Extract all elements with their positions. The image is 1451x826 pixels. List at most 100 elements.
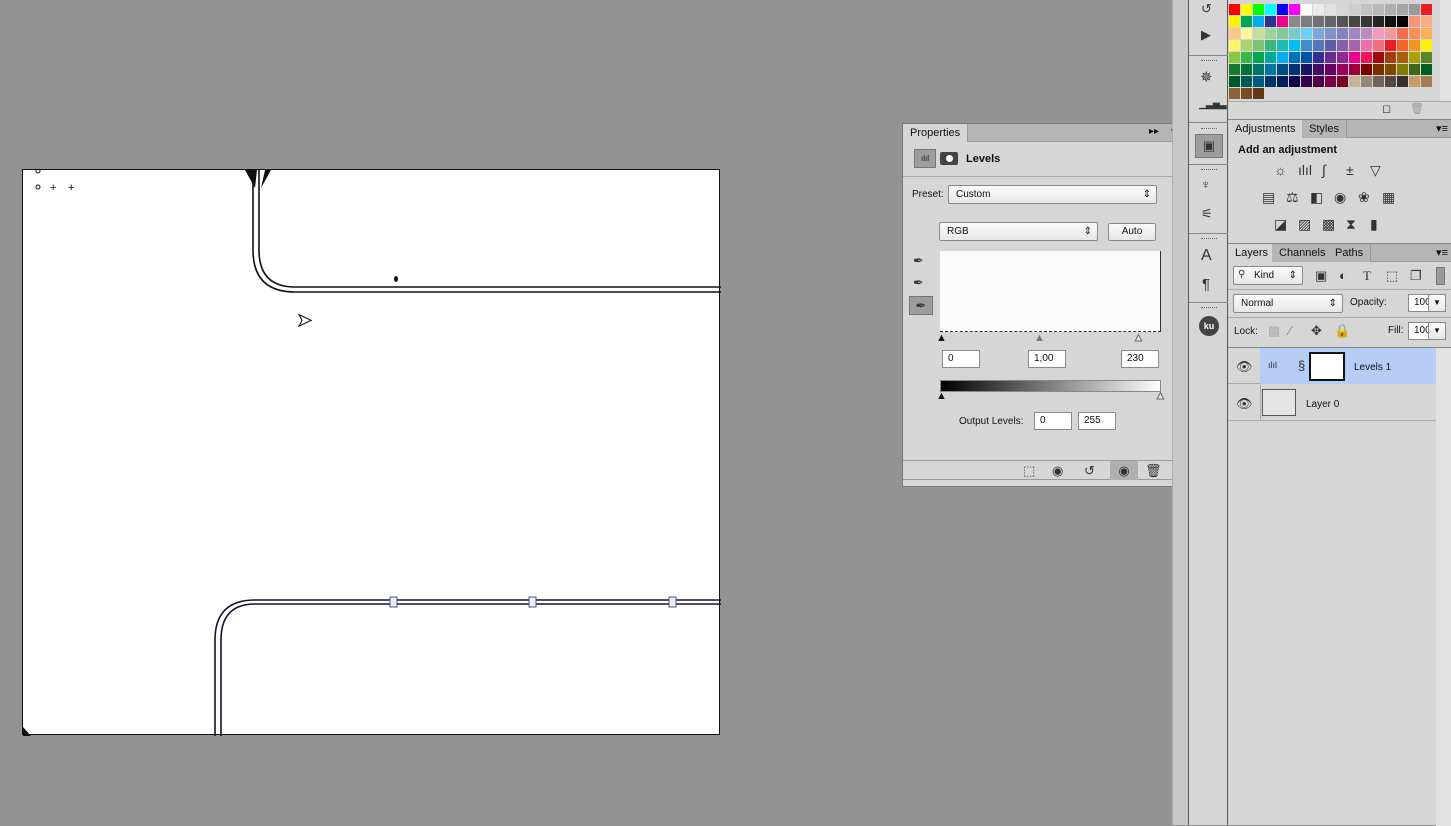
tab-paths[interactable]: Paths — [1328, 244, 1372, 262]
color-swatch[interactable] — [1241, 76, 1252, 87]
color-swatch[interactable] — [1313, 16, 1324, 27]
auto-button[interactable]: Auto — [1108, 223, 1156, 241]
color-swatch[interactable] — [1241, 4, 1252, 15]
photo-filter-icon[interactable]: ◉ — [1334, 190, 1346, 204]
kuler-icon[interactable]: ku — [1199, 316, 1219, 336]
color-swatch[interactable] — [1421, 40, 1432, 51]
reset-icon[interactable]: ↺ — [1084, 464, 1095, 477]
color-swatch[interactable] — [1409, 76, 1420, 87]
color-swatch[interactable] — [1253, 76, 1264, 87]
color-balance-icon[interactable]: ⚖ — [1286, 190, 1299, 204]
color-swatch[interactable] — [1385, 64, 1396, 75]
tab-properties[interactable]: Properties — [903, 124, 969, 142]
layers-scrollbar[interactable] — [1436, 348, 1451, 826]
color-swatch[interactable] — [1349, 4, 1360, 15]
gradient-map-icon[interactable]: ▮ — [1370, 217, 1378, 231]
color-swatch[interactable] — [1265, 76, 1276, 87]
output-black-slider[interactable]: ▲ — [936, 390, 947, 402]
color-swatch[interactable] — [1349, 28, 1360, 39]
color-swatch[interactable] — [1397, 28, 1408, 39]
color-swatch[interactable] — [1325, 64, 1336, 75]
color-swatch[interactable] — [1277, 52, 1288, 63]
color-swatch[interactable] — [1265, 16, 1276, 27]
channel-mixer-icon[interactable]: ❀ — [1358, 190, 1370, 204]
color-swatch[interactable] — [1229, 52, 1240, 63]
new-swatch-icon[interactable]: ◻ — [1382, 104, 1391, 115]
filter-shape-icon[interactable]: ⬚ — [1386, 269, 1398, 282]
color-swatch[interactable] — [1253, 16, 1264, 27]
color-swatch[interactable] — [1313, 40, 1324, 51]
color-swatch[interactable] — [1301, 64, 1312, 75]
filter-toggle[interactable] — [1436, 267, 1445, 285]
delete-swatch-icon[interactable]: 🗑 — [1410, 104, 1424, 115]
white-point-slider[interactable]: ▲ — [1133, 332, 1145, 345]
color-swatch[interactable] — [1337, 64, 1348, 75]
color-swatch[interactable] — [1229, 4, 1240, 15]
color-swatch[interactable] — [1301, 4, 1312, 15]
color-swatch[interactable] — [1241, 28, 1252, 39]
panel-menu-icon[interactable]: ▾≡ — [1436, 122, 1448, 135]
color-swatch[interactable] — [1385, 28, 1396, 39]
black-eyedropper-icon[interactable]: ✒ — [913, 254, 924, 267]
actions-play-icon[interactable]: ▶ — [1201, 28, 1211, 41]
tab-channels[interactable]: Channels — [1272, 244, 1334, 262]
color-swatch[interactable] — [1373, 4, 1384, 15]
color-swatch[interactable] — [1229, 88, 1240, 99]
tab-adjustments[interactable]: Adjustments — [1228, 120, 1304, 138]
color-swatch[interactable] — [1313, 4, 1324, 15]
color-swatch[interactable] — [1373, 16, 1384, 27]
color-swatch[interactable] — [1349, 76, 1360, 87]
color-swatch[interactable] — [1289, 40, 1300, 51]
color-swatch[interactable] — [1337, 4, 1348, 15]
color-swatch[interactable] — [1241, 40, 1252, 51]
layer-row-layer-0[interactable]: 👁 Layer 0 — [1228, 385, 1436, 421]
curves-icon[interactable]: ∫ — [1322, 163, 1326, 177]
input-black-field[interactable]: 0 — [942, 350, 980, 368]
color-swatch[interactable] — [1301, 16, 1312, 27]
color-swatch[interactable] — [1313, 64, 1324, 75]
color-swatch[interactable] — [1397, 52, 1408, 63]
color-swatch[interactable] — [1361, 64, 1372, 75]
input-white-field[interactable]: 230 — [1121, 350, 1159, 368]
exposure-icon[interactable]: ± — [1346, 163, 1354, 177]
color-swatch[interactable] — [1421, 76, 1432, 87]
color-swatch[interactable] — [1409, 52, 1420, 63]
color-swatch[interactable] — [1385, 4, 1396, 15]
brush-presets-icon[interactable]: ⚟ — [1201, 207, 1213, 220]
color-swatch[interactable] — [1325, 28, 1336, 39]
color-swatch[interactable] — [1373, 52, 1384, 63]
layer-row-levels-1[interactable]: 👁 ılıl § Levels 1 — [1228, 348, 1436, 384]
color-swatch[interactable] — [1229, 28, 1240, 39]
color-swatch[interactable] — [1313, 52, 1324, 63]
color-swatch[interactable] — [1361, 28, 1372, 39]
color-swatch[interactable] — [1265, 52, 1276, 63]
color-swatch[interactable] — [1421, 4, 1432, 15]
color-swatch[interactable] — [1241, 88, 1252, 99]
color-swatch[interactable] — [1277, 16, 1288, 27]
color-swatch[interactable] — [1325, 52, 1336, 63]
color-swatch[interactable] — [1373, 28, 1384, 39]
color-swatch[interactable] — [1277, 40, 1288, 51]
color-swatch[interactable] — [1397, 16, 1408, 27]
color-swatch[interactable] — [1313, 76, 1324, 87]
color-swatch[interactable] — [1409, 64, 1420, 75]
visibility-icon[interactable]: ◉ — [1110, 461, 1138, 480]
color-swatch[interactable] — [1421, 52, 1432, 63]
character-icon[interactable]: A — [1201, 248, 1212, 264]
color-swatch[interactable] — [1313, 28, 1324, 39]
color-swatch[interactable] — [1337, 40, 1348, 51]
color-swatch[interactable] — [1301, 52, 1312, 63]
layer-name[interactable]: Levels 1 — [1354, 362, 1391, 373]
properties-panel-icon[interactable]: ▣ — [1195, 134, 1223, 158]
color-swatch[interactable] — [1337, 76, 1348, 87]
color-swatch[interactable] — [1373, 64, 1384, 75]
color-swatch[interactable] — [1337, 28, 1348, 39]
eye-icon[interactable]: 👁 — [1236, 397, 1253, 410]
view-previous-icon[interactable]: ◉ — [1052, 464, 1063, 477]
history-icon[interactable]: ↺ — [1201, 2, 1212, 15]
color-swatch[interactable] — [1253, 28, 1264, 39]
color-swatch[interactable] — [1241, 52, 1252, 63]
color-swatch[interactable] — [1385, 16, 1396, 27]
color-lookup-icon[interactable]: ▦ — [1382, 190, 1395, 204]
color-swatch[interactable] — [1229, 64, 1240, 75]
